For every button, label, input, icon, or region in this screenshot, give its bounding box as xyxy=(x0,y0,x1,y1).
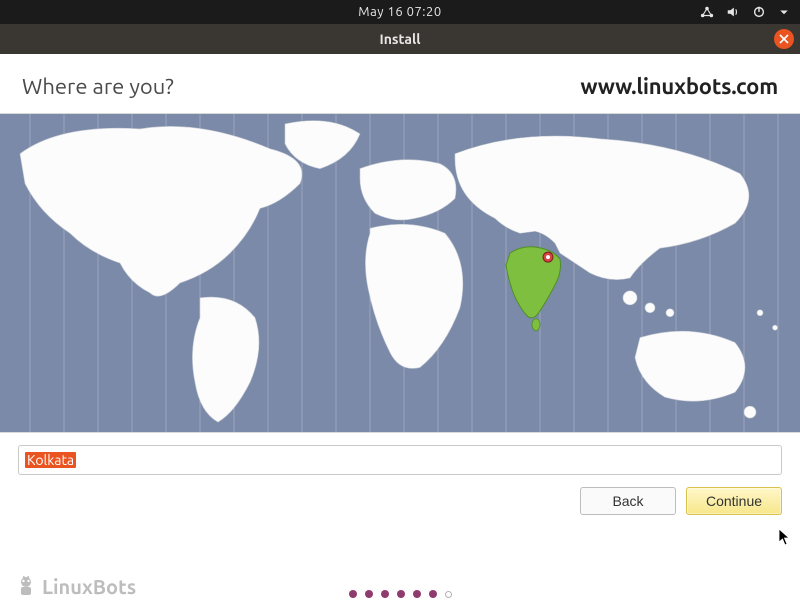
installer-footer: LinuxBots xyxy=(0,590,800,598)
step-dot xyxy=(349,590,357,598)
mouse-cursor-icon xyxy=(778,528,792,549)
step-dot xyxy=(381,590,389,598)
network-icon[interactable] xyxy=(700,5,714,19)
window-titlebar: Install xyxy=(0,24,800,54)
continue-button[interactable]: Continue xyxy=(686,487,782,515)
back-button[interactable]: Back xyxy=(580,487,676,515)
step-dot-upcoming xyxy=(445,591,452,598)
chevron-down-icon[interactable] xyxy=(778,6,790,18)
power-icon[interactable] xyxy=(752,5,766,19)
step-dot xyxy=(413,590,421,598)
installer-content: Where are you? www.linuxbots.com xyxy=(0,54,800,604)
brand-logo: LinuxBots xyxy=(14,574,136,598)
step-dot xyxy=(397,590,405,598)
clock: May 16 07:20 xyxy=(358,5,441,19)
page-heading: Where are you? xyxy=(22,74,174,99)
window-close-button[interactable] xyxy=(774,29,794,49)
volume-icon[interactable] xyxy=(726,5,740,19)
timezone-map[interactable] xyxy=(0,113,800,433)
step-dot xyxy=(429,590,437,598)
brand-text: LinuxBots xyxy=(42,575,136,598)
location-input-value: Kolkata xyxy=(25,452,76,468)
location-input[interactable]: Kolkata xyxy=(18,445,782,475)
system-tray[interactable] xyxy=(700,0,790,24)
site-watermark: www.linuxbots.com xyxy=(580,74,778,99)
step-dot xyxy=(365,590,373,598)
window-title: Install xyxy=(380,31,421,47)
step-indicator xyxy=(349,590,452,598)
gnome-topbar: May 16 07:20 xyxy=(0,0,800,24)
